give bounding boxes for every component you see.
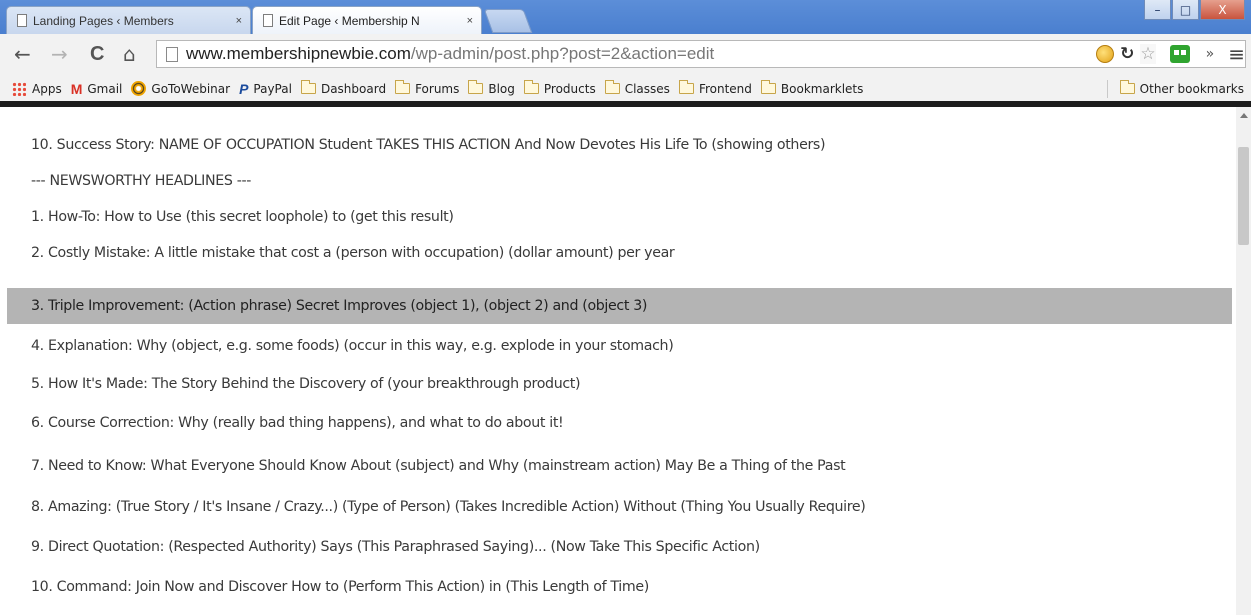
content-line: 6. Course Correction: Why (really bad th… [31, 415, 564, 431]
new-tab-button[interactable] [483, 9, 533, 33]
bookmark-label: GoToWebinar [151, 81, 231, 96]
bookmark-label: Gmail [87, 81, 123, 96]
bookmark-label: Apps [32, 81, 62, 96]
content-line: 5. How It's Made: The Story Behind the D… [31, 376, 581, 392]
bookmark-apps[interactable]: Apps [12, 81, 62, 96]
extension-area: ↻ ☆ » ≡ [1096, 42, 1245, 66]
content-line: 9. Direct Quotation: (Respected Authorit… [31, 539, 760, 555]
folder-icon [678, 80, 694, 94]
tab-label: Edit Page ‹ Membership N [279, 13, 420, 28]
apps-grid-icon [12, 81, 26, 96]
close-window-button[interactable]: X [1200, 0, 1245, 20]
folder-icon [468, 80, 484, 94]
browser-title-bar: Landing Pages ‹ Members × Edit Page ‹ Me… [0, 0, 1251, 34]
back-arrow-icon[interactable]: ← [14, 44, 31, 64]
page-content: 10. Success Story: NAME OF OCCUPATION St… [0, 107, 1236, 615]
url-text: www.membershipnewbie.com/wp-admin/post.p… [186, 44, 714, 64]
folder-icon [604, 80, 620, 94]
bookmark-blog[interactable]: Blog [468, 80, 515, 96]
bookmark-label: Blog [488, 81, 515, 96]
page-icon [263, 14, 273, 27]
window-controls: – □ X [1143, 0, 1245, 20]
bookmark-bookmarklets[interactable]: Bookmarklets [760, 80, 864, 96]
gmail-icon: M [70, 80, 83, 97]
bookmark-label: Classes [624, 81, 670, 96]
green-robot-extension-icon[interactable] [1169, 45, 1190, 63]
minimize-button[interactable]: – [1144, 0, 1171, 20]
bookmark-gotowebinar[interactable]: GoToWebinar [131, 81, 230, 96]
folder-icon [760, 80, 776, 94]
tab-landing-pages[interactable]: Landing Pages ‹ Members × [6, 6, 251, 34]
bookmark-label: Products [543, 81, 596, 96]
folder-icon [395, 80, 411, 94]
maximize-button[interactable]: □ [1172, 0, 1199, 20]
bookmark-paypal[interactable]: P PayPal [239, 81, 292, 97]
star-icon[interactable]: ☆ [1140, 44, 1156, 64]
bookmark-dashboard[interactable]: Dashboard [300, 80, 387, 96]
close-icon[interactable]: × [236, 15, 242, 27]
bookmarks-divider [1106, 79, 1108, 98]
bookmark-label: Other bookmarks [1139, 81, 1244, 96]
address-bar[interactable]: www.membershipnewbie.com/wp-admin/post.p… [156, 40, 1246, 68]
bookmark-label: PayPal [253, 81, 292, 96]
folder-icon [300, 80, 316, 94]
content-line: 1. How-To: How to Use (this secret looph… [31, 209, 454, 225]
bookmark-gmail[interactable]: M Gmail [71, 81, 123, 97]
browser-toolbar: ← → C ⌂ www.membershipnewbie.com/wp-admi… [0, 34, 1251, 76]
tab-label: Landing Pages ‹ Members [33, 13, 174, 28]
overflow-chevron-icon[interactable]: » [1206, 46, 1215, 62]
reload-icon[interactable]: C [90, 44, 104, 64]
bookmark-label: Dashboard [320, 81, 387, 96]
content-line: 10. Command: Join Now and Discover How t… [31, 579, 649, 595]
page-icon [166, 46, 178, 62]
content-line: 7. Need to Know: What Everyone Should Kn… [31, 458, 846, 474]
bookmark-label: Frontend [698, 81, 752, 96]
tab-edit-page[interactable]: Edit Page ‹ Membership N × [252, 6, 482, 34]
url-host: www.membershipnewbie.com [186, 44, 411, 63]
bookmark-label: Forums [415, 81, 460, 96]
bookmark-label: Bookmarklets [780, 81, 864, 96]
content-line: 10. Success Story: NAME OF OCCUPATION St… [31, 137, 826, 153]
close-icon[interactable]: × [467, 15, 473, 27]
folder-icon [1119, 80, 1135, 94]
scroll-up-arrow-icon[interactable] [1240, 113, 1248, 118]
forward-arrow-icon[interactable]: → [51, 44, 68, 64]
scroll-thumb[interactable] [1238, 147, 1249, 245]
paypal-icon: P [239, 80, 249, 97]
page-icon [17, 14, 27, 27]
content-line: 8. Amazing: (True Story / It's Insane / … [31, 499, 866, 515]
emoji-extension-icon[interactable] [1096, 45, 1115, 63]
sync-icon[interactable]: ↻ [1120, 44, 1134, 64]
content-line: 4. Explanation: Why (object, e.g. some f… [31, 338, 674, 354]
bookmark-forums[interactable]: Forums [395, 80, 460, 96]
menu-icon[interactable]: ≡ [1228, 42, 1245, 66]
bookmark-frontend[interactable]: Frontend [678, 80, 752, 96]
url-path: /wp-admin/post.php?post=2&action=edit [410, 44, 715, 63]
content-line: --- NEWSWORTHY HEADLINES --- [31, 173, 252, 189]
home-icon[interactable]: ⌂ [123, 44, 136, 64]
content-line-highlighted: 3. Triple Improvement: (Action phrase) S… [7, 288, 1232, 324]
content-line: 2. Costly Mistake: A little mistake that… [31, 245, 675, 261]
folder-icon [523, 80, 539, 94]
bookmarks-bar: Apps M Gmail GoToWebinar P PayPal Dashbo… [0, 76, 1251, 101]
bookmark-products[interactable]: Products [523, 80, 596, 96]
bookmark-classes[interactable]: Classes [604, 80, 670, 96]
vertical-scrollbar[interactable] [1236, 107, 1251, 615]
gotowebinar-icon [131, 81, 147, 96]
bookmark-other-bookmarks[interactable]: Other bookmarks [1119, 80, 1244, 96]
